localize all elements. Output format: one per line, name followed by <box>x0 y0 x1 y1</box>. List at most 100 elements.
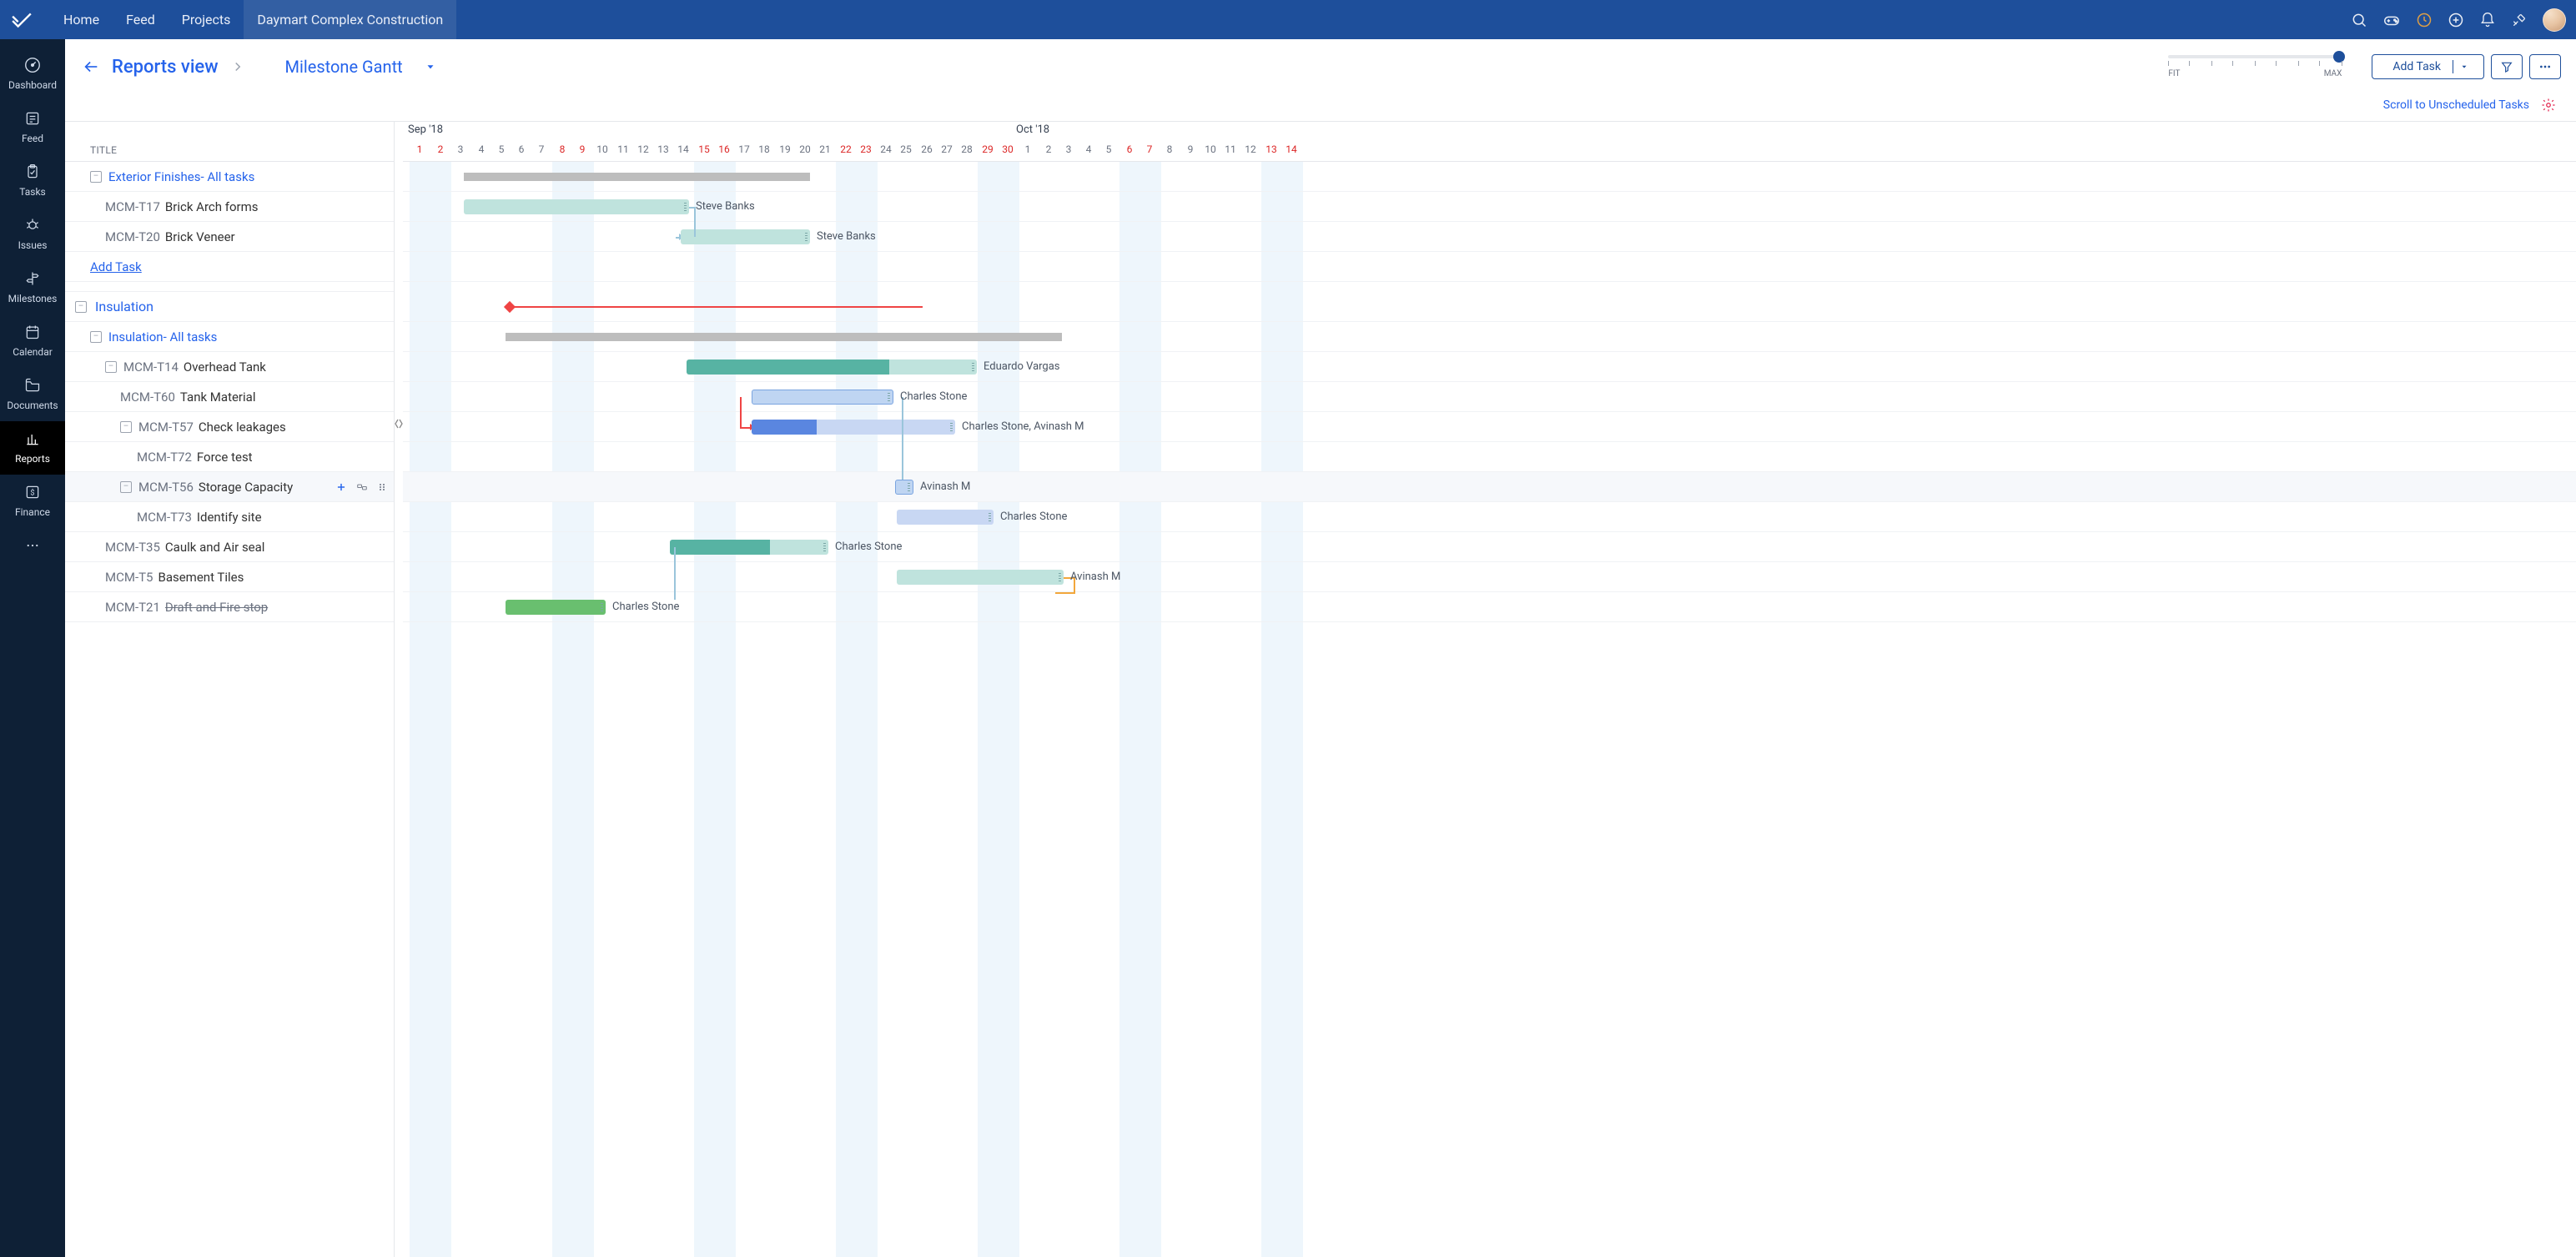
collapse-icon[interactable]: – <box>105 361 117 373</box>
gantt-day-label: 6 <box>511 143 531 155</box>
collapse-icon[interactable]: – <box>90 331 102 343</box>
gantt-body[interactable]: Steve BanksSteve Banks Eduardo VargasCha… <box>403 162 2576 1257</box>
tasklist-row[interactable]: MCM-T35 Caulk and Air seal <box>65 532 394 562</box>
more-button[interactable] <box>2529 54 2561 79</box>
gantt-bar-label: Steve Banks <box>817 230 876 243</box>
tools-icon[interactable] <box>2511 12 2528 28</box>
topnav-home[interactable]: Home <box>50 0 113 39</box>
gantt-summary-bar[interactable] <box>464 173 810 181</box>
task-id: MCM-T21 <box>105 600 160 615</box>
gantt-day-label: 13 <box>1261 143 1281 155</box>
sidebar-item-reports[interactable]: Reports <box>0 421 65 475</box>
sidebar-item-issues[interactable]: Issues <box>0 208 65 261</box>
filter-icon <box>2500 60 2513 73</box>
tasklist-row[interactable]: MCM-T20Brick Veneer <box>65 222 394 252</box>
gantt-month-label: Oct '18 <box>1016 123 1049 138</box>
svg-text:$: $ <box>30 488 34 497</box>
topnav-feed[interactable]: Feed <box>113 0 169 39</box>
task-id: MCM-T14 <box>123 360 179 375</box>
report-title: Milestone Gantt <box>285 57 403 77</box>
sidebar-item-feed[interactable]: Feed <box>0 101 65 154</box>
topnav-projects[interactable]: Projects <box>169 0 244 39</box>
tasklist-row[interactable]: –MCM-T14 Overhead Tank <box>65 352 394 382</box>
tasklist-row[interactable]: –Exterior Finishes- All tasks <box>65 162 394 192</box>
gantt-day-label: 11 <box>613 143 633 155</box>
collapse-icon[interactable]: – <box>120 481 132 493</box>
gantt-bar[interactable] <box>687 360 977 375</box>
task-title: Caulk and Air seal <box>165 540 265 555</box>
sidebar-item-label: Feed <box>0 133 65 144</box>
topbar: Home Feed Projects Daymart Complex Const… <box>0 0 2576 39</box>
gantt-bar[interactable] <box>752 390 893 405</box>
gantt-bar[interactable] <box>681 229 810 244</box>
report-dropdown[interactable] <box>425 61 436 73</box>
sidebar-item-label: Dashboard <box>0 79 65 91</box>
back-arrow-icon[interactable] <box>82 58 100 76</box>
toolbar-buttons: Add Task <box>2372 54 2561 79</box>
column-splitter[interactable] <box>395 122 403 1257</box>
clock-icon[interactable] <box>2416 12 2433 28</box>
collapse-icon[interactable]: – <box>120 421 132 433</box>
gantt-bar[interactable] <box>670 540 828 555</box>
gantt-bar[interactable] <box>895 480 913 495</box>
collapse-icon[interactable]: – <box>75 301 87 313</box>
gear-icon[interactable] <box>2541 98 2556 113</box>
sidebar-item-calendar[interactable]: Calendar <box>0 314 65 368</box>
filter-button[interactable] <box>2491 54 2523 79</box>
task-title: Overhead Tank <box>184 360 266 375</box>
gantt-chart[interactable]: Sep '18Oct '18 1234567891011121314151617… <box>403 122 2576 1257</box>
tasklist-row[interactable]: MCM-T5Basement Tiles <box>65 562 394 592</box>
gantt-bar-label: Avinash M <box>1070 571 1120 583</box>
gantt-day-label: 12 <box>633 143 653 155</box>
sidebar-item-documents[interactable]: Documents <box>0 368 65 421</box>
gantt-bar[interactable] <box>897 570 1064 585</box>
task-id: MCM-T56 <box>138 480 194 495</box>
breadcrumb[interactable]: Reports view <box>112 57 219 78</box>
search-icon[interactable] <box>2351 12 2367 28</box>
topnav-project-daymart[interactable]: Daymart Complex Construction <box>244 0 456 39</box>
sidebar-item-more[interactable] <box>0 528 65 570</box>
bug-icon <box>0 216 65 234</box>
gantt-summary-bar[interactable] <box>506 333 1062 341</box>
app-logo[interactable] <box>10 8 33 32</box>
add-task-inline[interactable]: Add Task <box>65 252 394 282</box>
chevron-down-icon[interactable] <box>2453 63 2475 71</box>
scroll-unscheduled-link[interactable]: Scroll to Unscheduled Tasks <box>2383 98 2529 112</box>
tasklist-row[interactable]: MCM-T73Identify site <box>65 502 394 532</box>
tasklist-row[interactable]: MCM-T72Force test <box>65 442 394 472</box>
plus-icon[interactable] <box>335 481 347 493</box>
gantt-bar[interactable] <box>464 199 689 214</box>
gantt-day-label: 26 <box>917 143 937 155</box>
clipboard-icon <box>0 163 65 181</box>
schedule-icon[interactable] <box>355 481 369 493</box>
bell-icon[interactable] <box>2479 12 2496 28</box>
gantt-day-label: 2 <box>1039 143 1059 155</box>
task-id: MCM-T35 <box>105 540 160 555</box>
task-title: Check leakages <box>199 420 286 435</box>
tasklist-row[interactable]: MCM-T17Brick Arch forms <box>65 192 394 222</box>
tasklist-row[interactable]: MCM-T60Tank Material <box>65 382 394 412</box>
tasklist-row[interactable]: –Insulation- All tasks <box>65 322 394 352</box>
add-task-button[interactable]: Add Task <box>2372 54 2484 79</box>
topbar-actions <box>2351 8 2566 32</box>
add-icon[interactable] <box>2448 12 2464 28</box>
zoom-slider[interactable]: FIT MAX <box>2168 55 2342 78</box>
gantt-bar[interactable] <box>897 510 994 525</box>
drag-icon[interactable] <box>377 481 387 493</box>
tasklist-row[interactable]: MCM-T21Draft and Fire stop <box>65 592 394 622</box>
sidebar-item-milestones[interactable]: Milestones <box>0 261 65 314</box>
sidebar-item-finance[interactable]: $ Finance <box>0 475 65 528</box>
collapse-icon[interactable]: – <box>90 171 102 183</box>
game-icon[interactable] <box>2382 11 2401 29</box>
gantt-day-label: 28 <box>957 143 977 155</box>
sidebar-item-tasks[interactable]: Tasks <box>0 154 65 208</box>
avatar[interactable] <box>2543 8 2566 32</box>
sidebar-item-dashboard[interactable]: Dashboard <box>0 48 65 101</box>
tasklist-row[interactable]: –MCM-T56Storage Capacity <box>65 472 394 502</box>
gantt-bar[interactable] <box>506 600 606 615</box>
tasklist-group-row[interactable]: –Insulation <box>65 292 394 322</box>
tasklist-row[interactable]: –MCM-T57Check leakages <box>65 412 394 442</box>
task-title: Basement Tiles <box>158 570 244 585</box>
gantt-bar[interactable] <box>752 420 955 435</box>
gantt-bar-label: Charles Stone, Avinash M <box>962 420 1084 433</box>
